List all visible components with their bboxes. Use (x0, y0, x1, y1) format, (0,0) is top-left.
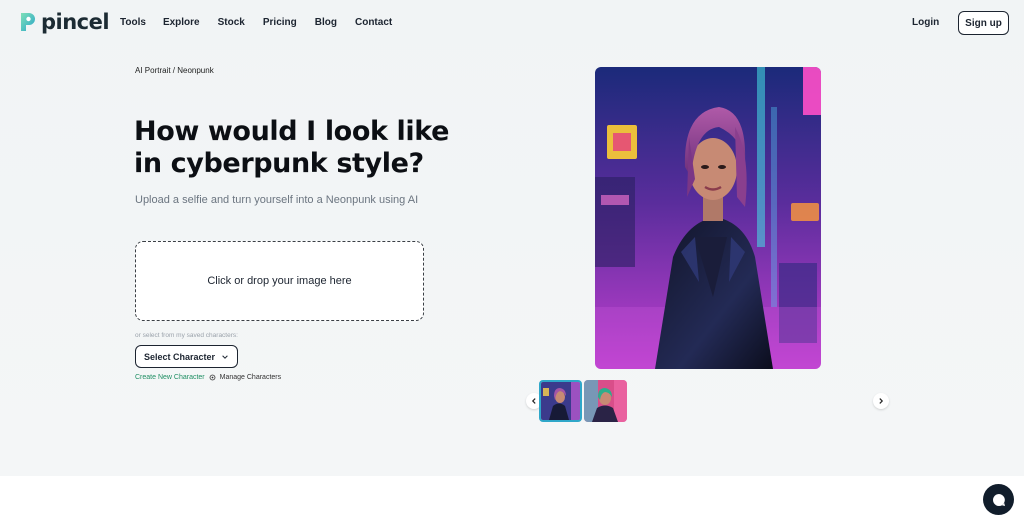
image-dropzone[interactable]: Click or drop your image here (135, 241, 424, 321)
select-character-dropdown[interactable]: Select Character (135, 345, 238, 368)
character-links: Create New Character Manage Characters (135, 374, 281, 381)
manage-characters-link[interactable]: Manage Characters (220, 374, 281, 381)
nav-link-stock[interactable]: Stock (218, 17, 245, 28)
page-title: How would I look like in cyberpunk style… (134, 116, 449, 179)
chat-bubble-icon (992, 493, 1005, 506)
chevron-left-icon (531, 398, 536, 404)
signup-button[interactable]: Sign up (958, 11, 1009, 35)
nav-link-blog[interactable]: Blog (315, 17, 337, 28)
nav-links: Tools Explore Stock Pricing Blog Contact (120, 17, 410, 28)
main-example-image (595, 67, 821, 369)
logo-text: pincel (41, 10, 110, 34)
chevron-down-icon (222, 354, 228, 359)
dropzone-label: Click or drop your image here (207, 275, 352, 287)
page-subtitle: Upload a selfie and turn yourself into a… (135, 194, 419, 206)
chat-button[interactable] (983, 484, 1014, 515)
nav-link-explore[interactable]: Explore (163, 17, 200, 28)
create-character-link[interactable]: Create New Character (135, 374, 205, 381)
navbar: pincel Tools Explore Stock Pricing Blog … (0, 0, 1024, 46)
nav-link-tools[interactable]: Tools (120, 17, 146, 28)
footer-band (0, 476, 1024, 524)
breadcrumb: AI Portrait / Neonpunk (135, 66, 214, 75)
nav-link-contact[interactable]: Contact (355, 17, 392, 28)
login-link[interactable]: Login (912, 17, 939, 28)
gear-icon (209, 374, 216, 381)
gallery-next-button[interactable] (873, 393, 889, 409)
logo[interactable]: pincel (18, 10, 110, 34)
saved-characters-hint: or select from my saved characters: (135, 332, 238, 339)
gallery-thumbnail-1[interactable] (539, 380, 582, 422)
pincel-logo-icon (21, 13, 35, 31)
chevron-right-icon (879, 398, 884, 404)
gallery-thumbnail-2[interactable] (584, 380, 627, 422)
nav-link-pricing[interactable]: Pricing (263, 17, 297, 28)
select-character-label: Select Character (143, 351, 216, 362)
